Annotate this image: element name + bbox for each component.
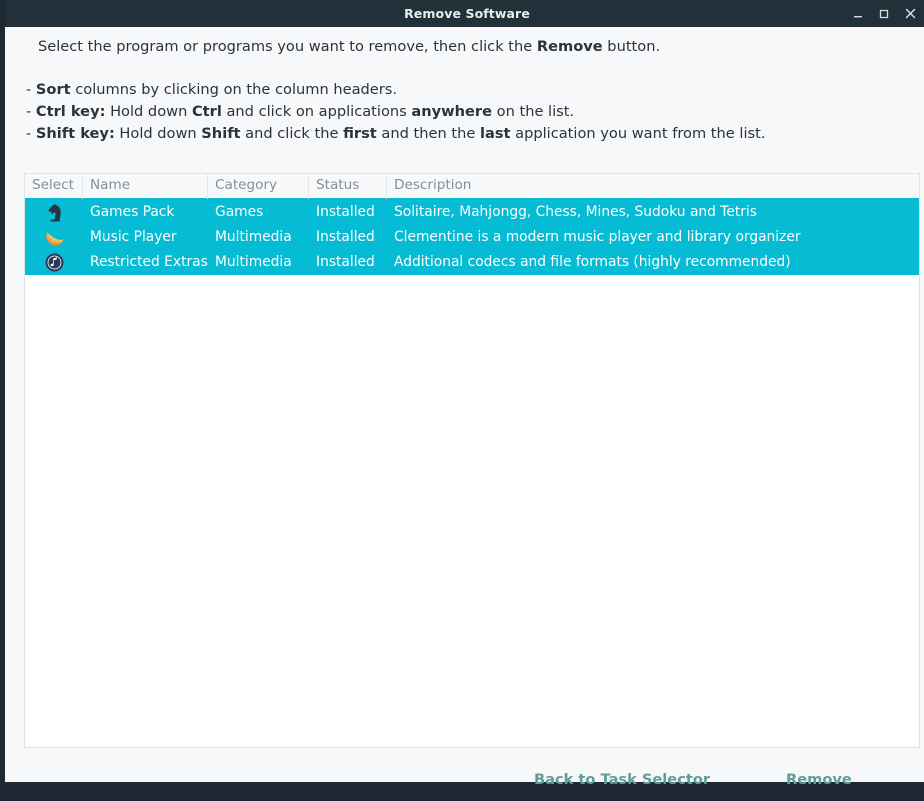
tip-keyword: Shift key: bbox=[36, 125, 115, 142]
music-note-disc-icon bbox=[44, 253, 64, 273]
row-category: Games bbox=[208, 200, 309, 225]
minimize-button[interactable] bbox=[845, 0, 871, 27]
row-description: Additional codecs and file formats (high… bbox=[387, 250, 919, 275]
intro-suffix: button. bbox=[603, 38, 660, 55]
maximize-button[interactable] bbox=[871, 0, 897, 27]
window-content: Select the program or programs you want … bbox=[10, 27, 924, 782]
remove-software-window: Remove Software Select the program or pr… bbox=[0, 0, 924, 787]
row-name: Music Player bbox=[83, 225, 208, 250]
row-description: Solitaire, Mahjongg, Chess, Mines, Sudok… bbox=[387, 200, 919, 225]
software-table: Select Name Category Status Description … bbox=[24, 173, 920, 748]
tips-list: - Sort columns by clicking on the column… bbox=[10, 79, 924, 145]
tip-text: Hold down bbox=[115, 125, 202, 142]
tip-shift: - Shift key: Hold down Shift and click t… bbox=[26, 123, 924, 145]
title-bar[interactable]: Remove Software bbox=[5, 0, 924, 27]
tip-text: application you want from the list. bbox=[510, 125, 765, 142]
tip-bold-ctrl: Ctrl bbox=[192, 103, 222, 120]
window-title: Remove Software bbox=[404, 6, 530, 21]
tip-keyword: Ctrl key: bbox=[36, 103, 106, 120]
tip-dash: - bbox=[26, 125, 36, 142]
row-status: Installed bbox=[309, 200, 387, 225]
window-controls bbox=[845, 0, 923, 27]
column-header-description[interactable]: Description bbox=[387, 173, 919, 199]
row-name: Restricted Extras bbox=[83, 250, 208, 275]
table-header-row: Select Name Category Status Description bbox=[25, 174, 919, 200]
close-button[interactable] bbox=[897, 0, 923, 27]
footer-bar: Back to Task Selector Remove bbox=[10, 757, 924, 801]
chess-knight-icon bbox=[44, 203, 64, 223]
row-name: Games Pack bbox=[83, 200, 208, 225]
table-body: Games PackGamesInstalledSolitaire, Mahjo… bbox=[25, 200, 919, 275]
tip-text: on the list. bbox=[492, 103, 574, 120]
column-header-select[interactable]: Select bbox=[25, 173, 83, 199]
row-description: Clementine is a modern music player and … bbox=[387, 225, 919, 250]
intro-prefix: Select the program or programs you want … bbox=[38, 38, 537, 55]
intro-bold-remove: Remove bbox=[537, 38, 603, 55]
column-header-name[interactable]: Name bbox=[83, 173, 208, 199]
remove-button[interactable]: Remove bbox=[786, 771, 852, 788]
table-row[interactable]: Games PackGamesInstalledSolitaire, Mahjo… bbox=[25, 200, 919, 225]
tip-text: and click the bbox=[241, 125, 344, 142]
row-category: Multimedia bbox=[208, 225, 309, 250]
row-select-cell[interactable] bbox=[25, 225, 83, 250]
column-header-category[interactable]: Category bbox=[208, 173, 309, 199]
tip-text: and then the bbox=[377, 125, 480, 142]
intro-text: Select the program or programs you want … bbox=[10, 37, 924, 57]
row-status: Installed bbox=[309, 225, 387, 250]
row-select-cell[interactable] bbox=[25, 250, 83, 275]
tip-bold-last: last bbox=[480, 125, 511, 142]
back-to-task-selector-button[interactable]: Back to Task Selector bbox=[534, 771, 710, 788]
tip-dash: - bbox=[26, 103, 36, 120]
table-row[interactable]: Music PlayerMultimediaInstalledClementin… bbox=[25, 225, 919, 250]
tip-text: Hold down bbox=[105, 103, 192, 120]
tip-text: columns by clicking on the column header… bbox=[71, 81, 397, 98]
column-header-status[interactable]: Status bbox=[309, 173, 387, 199]
table-row[interactable]: Restricted ExtrasMultimediaInstalledAddi… bbox=[25, 250, 919, 275]
tip-sort: - Sort columns by clicking on the column… bbox=[26, 79, 924, 101]
tip-text: and click on applications bbox=[222, 103, 412, 120]
tip-bold-shift: Shift bbox=[201, 125, 240, 142]
tip-dash: - bbox=[26, 81, 36, 98]
tip-keyword: Sort bbox=[36, 81, 71, 98]
row-select-cell[interactable] bbox=[25, 200, 83, 225]
tip-ctrl: - Ctrl key: Hold down Ctrl and click on … bbox=[26, 101, 924, 123]
clementine-fruit-icon bbox=[44, 228, 64, 248]
row-category: Multimedia bbox=[208, 250, 309, 275]
tip-bold-first: first bbox=[343, 125, 377, 142]
row-status: Installed bbox=[309, 250, 387, 275]
tip-bold-anywhere: anywhere bbox=[411, 103, 492, 120]
